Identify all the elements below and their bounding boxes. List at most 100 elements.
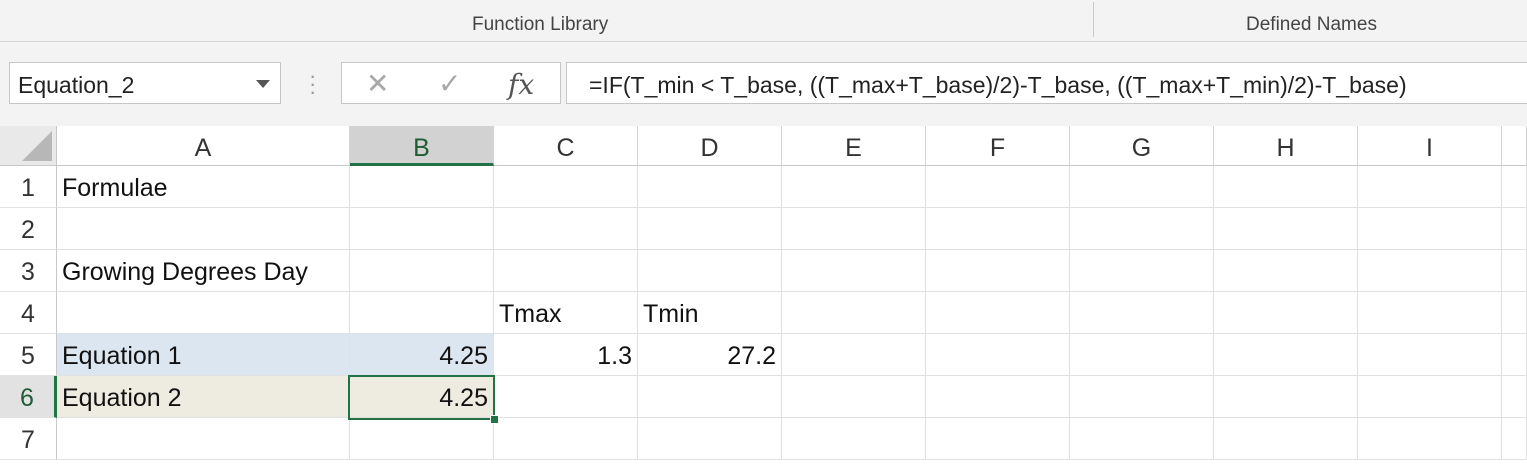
cell-a2[interactable] xyxy=(57,208,350,250)
cell-c3[interactable] xyxy=(494,250,638,292)
cell-f2[interactable] xyxy=(926,208,1070,250)
select-all-button[interactable] xyxy=(0,126,57,166)
cell-e4[interactable] xyxy=(782,292,926,334)
cell-d4[interactable]: Tmin xyxy=(638,292,782,334)
cell-i7[interactable] xyxy=(1358,418,1502,460)
chevron-down-icon[interactable] xyxy=(256,80,270,88)
column-header-f[interactable]: F xyxy=(926,126,1070,166)
cell-a3[interactable]: Growing Degrees Day xyxy=(57,250,350,292)
row-header-2[interactable]: 2 xyxy=(0,208,57,250)
row-header-5[interactable]: 5 xyxy=(0,334,57,376)
cell-i1[interactable] xyxy=(1358,166,1502,208)
formula-text: =IF(T_min < T_base, ((T_max+T_base)/2)-T… xyxy=(589,72,1407,98)
cell-a7[interactable] xyxy=(57,418,350,460)
column-header-a[interactable]: A xyxy=(57,126,350,166)
column-header-d[interactable]: D xyxy=(638,126,782,166)
cell-h4[interactable] xyxy=(1214,292,1358,334)
cell-h5[interactable] xyxy=(1214,334,1358,376)
column-header-i[interactable]: I xyxy=(1358,126,1502,166)
column-header-c[interactable]: C xyxy=(494,126,638,166)
cell-i3[interactable] xyxy=(1358,250,1502,292)
cell-c1[interactable] xyxy=(494,166,638,208)
enter-icon[interactable]: ✓ xyxy=(438,67,461,100)
cell-a1[interactable]: Formulae xyxy=(57,166,350,208)
cell-i4[interactable] xyxy=(1358,292,1502,334)
cell-f7[interactable] xyxy=(926,418,1070,460)
cell-f5[interactable] xyxy=(926,334,1070,376)
row-header-4[interactable]: 4 xyxy=(0,292,57,334)
cell-f3[interactable] xyxy=(926,250,1070,292)
cell-j1[interactable] xyxy=(1502,166,1527,208)
cell-g4[interactable] xyxy=(1070,292,1214,334)
column-header-partial[interactable] xyxy=(1502,126,1527,166)
cell-d7[interactable] xyxy=(638,418,782,460)
cell-c4[interactable]: Tmax xyxy=(494,292,638,334)
cell-d6[interactable] xyxy=(638,376,782,418)
formula-bar: Equation_2 · · · ✕ ✓ fx =IF(T_min < T_base… xyxy=(0,42,1527,126)
cell-a5[interactable]: Equation 1 xyxy=(57,334,350,376)
cell-h3[interactable] xyxy=(1214,250,1358,292)
cell-f4[interactable] xyxy=(926,292,1070,334)
cancel-icon[interactable]: ✕ xyxy=(366,67,389,100)
fill-handle[interactable] xyxy=(490,415,499,424)
cell-j3[interactable] xyxy=(1502,250,1527,292)
name-box[interactable]: Equation_2 xyxy=(9,62,281,104)
cell-b7[interactable] xyxy=(350,418,494,460)
cell-f6[interactable] xyxy=(926,376,1070,418)
cell-g6[interactable] xyxy=(1070,376,1214,418)
cell-i2[interactable] xyxy=(1358,208,1502,250)
cell-g3[interactable] xyxy=(1070,250,1214,292)
column-header-g[interactable]: G xyxy=(1070,126,1214,166)
row-header-1[interactable]: 1 xyxy=(0,166,57,208)
cell-b4[interactable] xyxy=(350,292,494,334)
spreadsheet-grid[interactable]: A B C D E F G H I 1 2 3 4 5 6 7 Formulae… xyxy=(0,126,1527,468)
cell-e2[interactable] xyxy=(782,208,926,250)
cell-c5[interactable]: 1.3 xyxy=(494,334,638,376)
cell-j4[interactable] xyxy=(1502,292,1527,334)
cell-d1[interactable] xyxy=(638,166,782,208)
row-header-6[interactable]: 6 xyxy=(0,376,57,418)
cell-b5[interactable]: 4.25 xyxy=(350,334,494,376)
cell-e7[interactable] xyxy=(782,418,926,460)
cell-c6[interactable] xyxy=(494,376,638,418)
cell-d3[interactable] xyxy=(638,250,782,292)
cell-g7[interactable] xyxy=(1070,418,1214,460)
cell-j2[interactable] xyxy=(1502,208,1527,250)
cell-h1[interactable] xyxy=(1214,166,1358,208)
cell-e6[interactable] xyxy=(782,376,926,418)
cell-d5[interactable]: 27.2 xyxy=(638,334,782,376)
cell-j5[interactable] xyxy=(1502,334,1527,376)
cell-i6[interactable] xyxy=(1358,376,1502,418)
grip-icon[interactable]: · · · xyxy=(309,65,316,103)
cell-c2[interactable] xyxy=(494,208,638,250)
cell-b2[interactable] xyxy=(350,208,494,250)
cell-e1[interactable] xyxy=(782,166,926,208)
cell-j7[interactable] xyxy=(1502,418,1527,460)
row-header-3[interactable]: 3 xyxy=(0,250,57,292)
cell-b6[interactable]: 4.25 xyxy=(350,376,494,418)
column-header-e[interactable]: E xyxy=(782,126,926,166)
cell-j6[interactable] xyxy=(1502,376,1527,418)
cell-e5[interactable] xyxy=(782,334,926,376)
cell-d2[interactable] xyxy=(638,208,782,250)
cell-g5[interactable] xyxy=(1070,334,1214,376)
cell-i5[interactable] xyxy=(1358,334,1502,376)
column-header-b[interactable]: B xyxy=(350,126,494,166)
cell-f1[interactable] xyxy=(926,166,1070,208)
cell-h6[interactable] xyxy=(1214,376,1358,418)
cell-c7[interactable] xyxy=(494,418,638,460)
cell-a4[interactable] xyxy=(57,292,350,334)
cell-e3[interactable] xyxy=(782,250,926,292)
formula-input[interactable]: =IF(T_min < T_base, ((T_max+T_base)/2)-T… xyxy=(566,62,1527,104)
select-all-triangle-icon xyxy=(22,131,52,161)
cell-b3[interactable] xyxy=(350,250,494,292)
insert-function-icon[interactable]: fx xyxy=(508,68,534,101)
row-header-7[interactable]: 7 xyxy=(0,418,57,460)
cell-g2[interactable] xyxy=(1070,208,1214,250)
cell-g1[interactable] xyxy=(1070,166,1214,208)
cell-h7[interactable] xyxy=(1214,418,1358,460)
cell-h2[interactable] xyxy=(1214,208,1358,250)
column-header-h[interactable]: H xyxy=(1214,126,1358,166)
cell-a6[interactable]: Equation 2 xyxy=(57,376,350,418)
cell-b1[interactable] xyxy=(350,166,494,208)
